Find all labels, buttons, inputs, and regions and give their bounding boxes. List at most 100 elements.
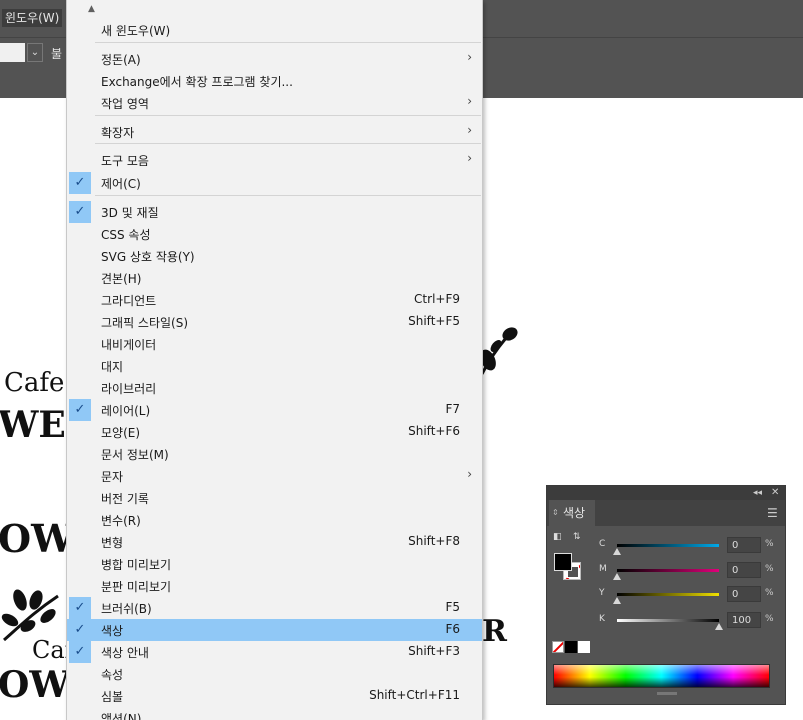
menu-item-label: 문서 정보(M) — [101, 448, 169, 462]
none-swatch[interactable] — [552, 641, 564, 653]
menu-item[interactable]: Exchange에서 확장 프로그램 찾기... — [67, 70, 482, 92]
menu-item-label: SVG 상호 작용(Y) — [101, 250, 195, 264]
menu-item[interactable]: 라이브러리 — [67, 377, 482, 399]
panel-tab-row: ⇕ 색상 ☰ — [547, 500, 785, 526]
menu-item[interactable]: ✓ 색상 안내 Shift+F3 — [67, 641, 482, 663]
tab-color[interactable]: ⇕ 색상 — [549, 500, 595, 526]
color-spectrum[interactable] — [553, 664, 770, 688]
canvas-text-ow: OW — [0, 516, 74, 561]
canvas-text-cafe: Cafe — [4, 368, 65, 398]
menu-item-label: 그라디언트 — [101, 294, 157, 308]
channel-label: K — [599, 614, 605, 624]
menu-item-shortcut: Shift+F8 — [408, 534, 460, 548]
menu-item[interactable]: 문자 › — [67, 465, 482, 487]
channel-value-field[interactable]: 0 — [727, 562, 761, 578]
menu-item[interactable]: SVG 상호 작용(Y) — [67, 245, 482, 267]
submenu-arrow-icon: › — [467, 467, 472, 481]
tab-arrows-icon: ⇕ — [552, 508, 559, 517]
menu-item-label: 도구 모음 — [101, 154, 149, 168]
menu-item-label: 새 윈도우(W) — [101, 24, 171, 38]
menu-item[interactable]: ✓ 색상 F6 — [67, 619, 482, 641]
menu-item-shortcut: Shift+F3 — [408, 644, 460, 658]
menu-item[interactable]: 그래픽 스타일(S) Shift+F5 — [67, 311, 482, 333]
menu-item[interactable]: 대지 — [67, 355, 482, 377]
menu-item[interactable]: CSS 속성 — [67, 223, 482, 245]
menu-item[interactable]: 심볼 Shift+Ctrl+F11 — [67, 685, 482, 707]
menu-item[interactable]: 변수(R) — [67, 509, 482, 531]
close-icon[interactable]: ✕ — [771, 486, 779, 500]
menu-item[interactable]: ✓ 3D 및 재질 — [67, 201, 482, 223]
panel-menu-icon[interactable]: ☰ — [767, 506, 778, 520]
menu-item[interactable]: 문서 정보(M) — [67, 443, 482, 465]
color-panel: ◂◂ ✕ ⇕ 색상 ☰ ◧ ⇅ C 0% M 0% Y 0% K 100% — [546, 485, 786, 705]
menu-item[interactable]: 그라디언트 Ctrl+F9 — [67, 289, 482, 311]
menu-separator — [95, 42, 481, 43]
window-menu[interactable]: 윈도우(W) — [2, 9, 63, 27]
chevron-down-icon[interactable]: ⌄ — [27, 43, 43, 62]
slider-y: Y 0% — [547, 586, 785, 606]
submenu-arrow-icon: › — [467, 123, 472, 137]
menu-item-label: 분판 미리보기 — [101, 580, 172, 594]
channel-value-field[interactable]: 0 — [727, 537, 761, 553]
menu-item-label: 확장자 — [101, 126, 135, 140]
slider-track[interactable] — [617, 593, 719, 596]
slider-thumb[interactable] — [613, 548, 621, 555]
menu-item-shortcut: Ctrl+F9 — [414, 292, 460, 306]
control-field[interactable] — [0, 43, 25, 62]
slider-track[interactable] — [617, 619, 719, 622]
scroll-up-icon[interactable]: ▲ — [88, 4, 95, 14]
slider-track[interactable] — [617, 569, 719, 572]
menu-item-label: 모양(E) — [101, 426, 141, 440]
menu-item[interactable]: 확장자 › — [67, 121, 482, 143]
black-swatch[interactable] — [565, 641, 577, 653]
menu-item[interactable]: 액션(N) — [67, 707, 482, 720]
menu-item[interactable]: 작업 영역 › — [67, 92, 482, 114]
menu-item-label: 변형 — [101, 536, 124, 550]
checkmark-icon: ✓ — [69, 641, 91, 663]
menu-item-label: 심볼 — [101, 690, 124, 704]
menu-item[interactable]: ✓ 브러쉬(B) F5 — [67, 597, 482, 619]
menu-item-label: 3D 및 재질 — [101, 206, 159, 220]
menu-item[interactable]: ✓ 레이어(L) F7 — [67, 399, 482, 421]
percent-unit: % — [765, 588, 774, 598]
menu-item-shortcut: F7 — [445, 402, 460, 416]
slider-thumb[interactable] — [715, 623, 723, 630]
menu-item-label: 색상 — [101, 624, 124, 638]
collapse-icon[interactable]: ◂◂ — [753, 486, 762, 500]
percent-unit: % — [765, 614, 774, 624]
menu-item[interactable]: 내비게이터 — [67, 333, 482, 355]
menu-item[interactable]: 도구 모음 › — [67, 149, 482, 171]
channel-label: M — [599, 564, 607, 574]
slider-track[interactable] — [617, 544, 719, 547]
menu-item[interactable]: 변형 Shift+F8 — [67, 531, 482, 553]
slider-c: C 0% — [547, 537, 785, 557]
submenu-arrow-icon: › — [467, 50, 472, 64]
slider-thumb[interactable] — [613, 573, 621, 580]
window-menu-dropdown: ▲ 새 윈도우(W) 정돈(A) › Exchange에서 확장 프로그램 찾기...… — [66, 0, 483, 720]
tab-color-label: 색상 — [563, 506, 586, 520]
checkmark-icon: ✓ — [69, 201, 91, 223]
slider-thumb[interactable] — [613, 597, 621, 604]
channel-value-field[interactable]: 100 — [727, 612, 761, 628]
menu-item[interactable]: 정돈(A) › — [67, 48, 482, 70]
channel-value-field[interactable]: 0 — [727, 586, 761, 602]
white-swatch[interactable] — [578, 641, 590, 653]
panel-header[interactable]: ◂◂ ✕ — [547, 486, 785, 500]
menu-item[interactable]: 새 윈도우(W) — [67, 19, 482, 41]
menu-item-label: 작업 영역 — [101, 97, 149, 111]
menu-item[interactable]: 분판 미리보기 — [67, 575, 482, 597]
menu-item[interactable]: 모양(E) Shift+F6 — [67, 421, 482, 443]
menu-item-label: 내비게이터 — [101, 338, 157, 352]
menu-item-label: CSS 속성 — [101, 228, 151, 242]
menu-item[interactable]: ✓ 제어(C) — [67, 172, 482, 194]
checkmark-icon: ✓ — [69, 597, 91, 619]
menu-item-label: 대지 — [101, 360, 124, 374]
menu-item[interactable]: 버전 기록 — [67, 487, 482, 509]
resize-grip[interactable] — [657, 692, 677, 695]
menu-item-label: 그래픽 스타일(S) — [101, 316, 189, 330]
submenu-arrow-icon: › — [467, 94, 472, 108]
menu-item-label: 견본(H) — [101, 272, 142, 286]
menu-item[interactable]: 병합 미리보기 — [67, 553, 482, 575]
menu-item[interactable]: 속성 — [67, 663, 482, 685]
menu-item[interactable]: 견본(H) — [67, 267, 482, 289]
